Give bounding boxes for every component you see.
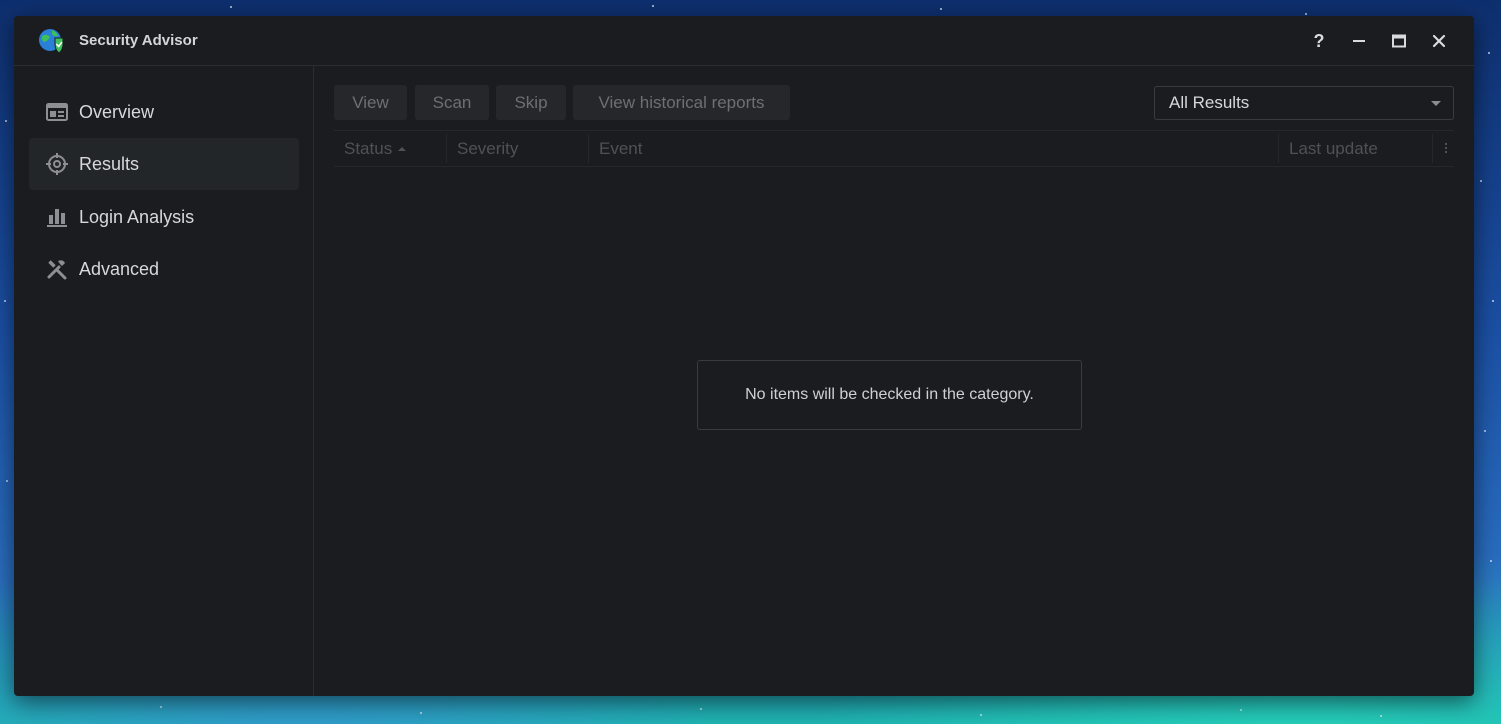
view-historical-reports-button[interactable]: View historical reports [573, 85, 790, 120]
column-divider[interactable] [1432, 134, 1433, 163]
security-advisor-logo-icon [38, 27, 66, 55]
close-icon [1432, 34, 1446, 48]
sidebar-item-label: Advanced [79, 258, 160, 279]
sidebar-item-advanced[interactable]: Advanced [29, 243, 299, 295]
overview-icon [46, 101, 68, 123]
title-bar[interactable]: Security Advisor ? [14, 16, 1474, 66]
column-header-label: Status [344, 138, 393, 158]
minimize-icon [1353, 40, 1365, 42]
maximize-icon [1392, 34, 1406, 48]
column-header-event[interactable]: Event [589, 131, 1277, 166]
empty-state-message: No items will be checked in the category… [697, 360, 1082, 430]
column-header-label: Last update [1289, 138, 1378, 158]
tools-icon [46, 258, 68, 280]
maximize-button[interactable] [1387, 29, 1411, 53]
sidebar-item-label: Overview [79, 101, 155, 122]
help-button[interactable]: ? [1307, 29, 1331, 53]
chevron-down-icon [1431, 101, 1441, 106]
target-icon [46, 153, 68, 175]
bar-chart-icon [46, 206, 68, 228]
column-header-last-update[interactable]: Last update [1279, 131, 1429, 166]
empty-state-text: No items will be checked in the category… [745, 386, 1034, 403]
help-icon: ? [1313, 30, 1325, 51]
security-advisor-window: Security Advisor ? Overview Results Logi… [14, 16, 1474, 696]
results-grid-header: Status Severity Event Last update [334, 130, 1454, 167]
column-header-label: Severity [457, 138, 519, 158]
sidebar-item-overview[interactable]: Overview [29, 86, 299, 138]
column-menu-icon[interactable] [1444, 141, 1448, 157]
sidebar-item-results[interactable]: Results [29, 138, 299, 190]
skip-button[interactable]: Skip [496, 85, 566, 120]
column-header-severity[interactable]: Severity [447, 131, 588, 166]
minimize-button[interactable] [1347, 29, 1371, 53]
sidebar: Overview Results Login Analysis Advanced [14, 66, 314, 696]
view-button[interactable]: View [334, 85, 407, 120]
sort-ascending-icon [398, 146, 407, 151]
sidebar-item-label: Login Analysis [79, 206, 195, 227]
close-button[interactable] [1427, 29, 1451, 53]
sidebar-item-login-analysis[interactable]: Login Analysis [29, 191, 299, 243]
window-title: Security Advisor [79, 32, 198, 49]
scan-button[interactable]: Scan [415, 85, 489, 120]
results-filter-value: All Results [1169, 93, 1250, 112]
column-header-label: Event [599, 138, 643, 158]
results-filter-select[interactable]: All Results [1154, 86, 1454, 120]
column-header-status[interactable]: Status [334, 131, 446, 166]
sidebar-item-label: Results [79, 153, 140, 174]
